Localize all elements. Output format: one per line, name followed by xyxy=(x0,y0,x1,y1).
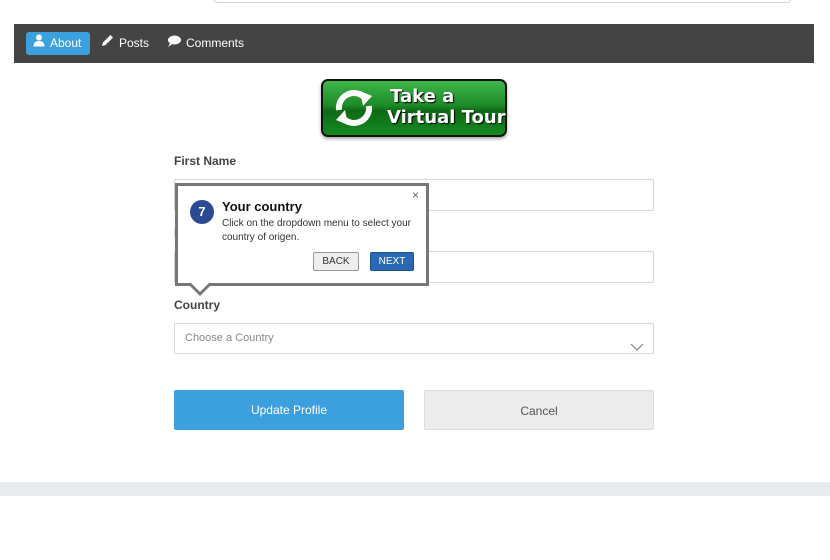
tooltip-back-button[interactable]: BACK xyxy=(313,252,359,271)
country-select-placeholder: Choose a Country xyxy=(185,332,274,344)
tooltip-arrow-fill xyxy=(191,283,209,292)
update-profile-button[interactable]: Update Profile xyxy=(174,390,404,430)
tooltip-title: Your country xyxy=(222,199,302,214)
tab-comments-label: Comments xyxy=(186,36,245,50)
footer-band xyxy=(0,482,830,496)
virtual-tour-text: Take a Virtual Tour xyxy=(387,86,507,128)
virtual-tour-button[interactable]: Take a Virtual Tour xyxy=(321,79,507,137)
tab-comments[interactable]: Comments xyxy=(167,32,244,55)
user-icon xyxy=(33,32,45,55)
tour-tooltip: 7 Your country Click on the dropdown men… xyxy=(175,183,429,286)
comment-icon xyxy=(167,32,181,55)
country-label: Country xyxy=(174,298,220,312)
top-search-input[interactable] xyxy=(214,0,791,3)
tooltip-next-button[interactable]: NEXT xyxy=(370,252,414,271)
pencil-icon xyxy=(101,32,114,55)
chevron-down-icon xyxy=(630,334,644,363)
country-select[interactable]: Choose a Country xyxy=(174,323,654,354)
refresh-arrows-icon xyxy=(329,84,379,137)
first-name-label: First Name xyxy=(174,154,237,168)
virtual-tour-line1: Take a xyxy=(390,86,455,107)
profile-navbar: About Posts Comments xyxy=(14,24,814,63)
tab-about[interactable]: About xyxy=(26,32,90,55)
tab-posts-label: Posts xyxy=(119,36,150,50)
tab-about-label: About xyxy=(50,36,82,50)
cancel-button[interactable]: Cancel xyxy=(424,390,654,430)
step-badge: 7 xyxy=(190,200,214,224)
virtual-tour-line2: Virtual Tour xyxy=(387,107,506,128)
tooltip-body: Click on the dropdown menu to select you… xyxy=(222,218,411,243)
close-icon[interactable]: × xyxy=(412,188,419,202)
tab-posts[interactable]: Posts xyxy=(101,32,149,55)
